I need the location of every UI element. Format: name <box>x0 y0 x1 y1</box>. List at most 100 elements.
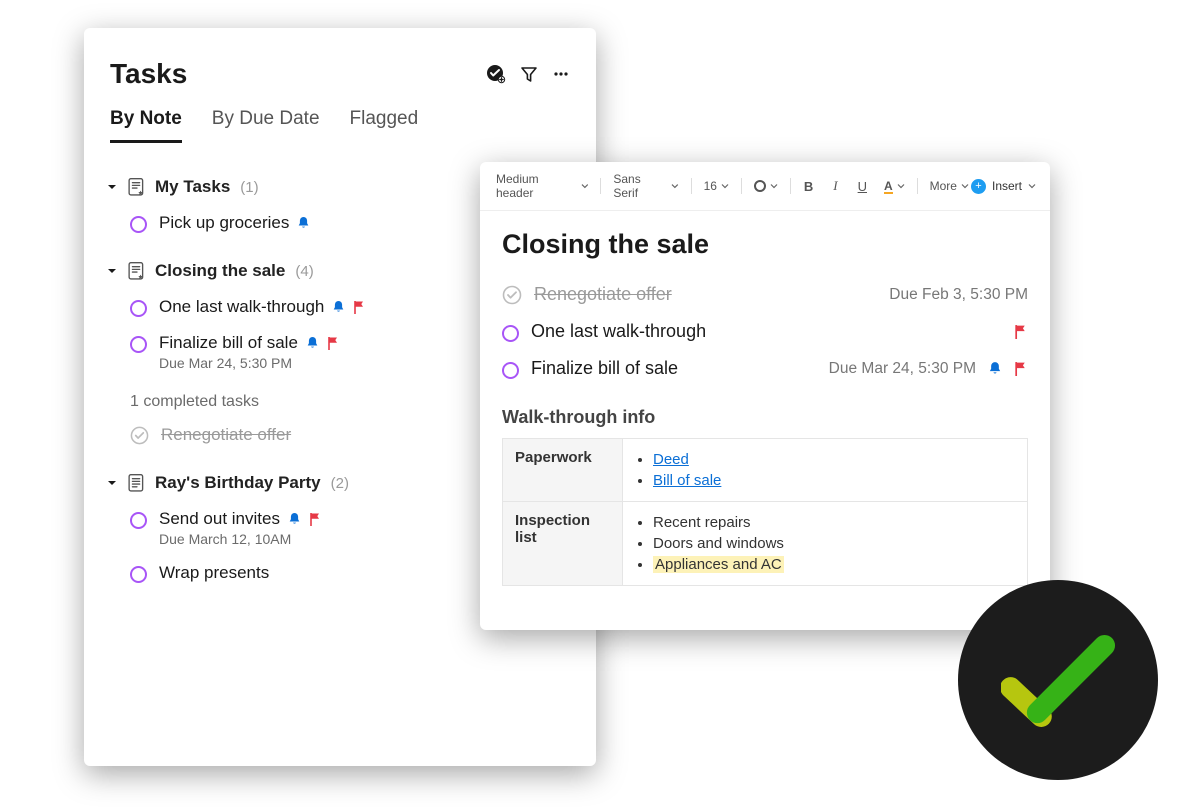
chevron-down-icon <box>106 181 118 193</box>
note-task-title: Renegotiate offer <box>534 284 672 305</box>
flag-icon <box>1014 361 1028 376</box>
bold-button[interactable]: B <box>801 179 816 194</box>
more-label: More <box>930 179 957 193</box>
plus-circle-icon: + <box>971 179 986 194</box>
note-task-row[interactable]: Finalize bill of sale Due Mar 24, 5:30 P… <box>502 350 1028 387</box>
flag-icon <box>309 512 322 526</box>
tasks-title: Tasks <box>110 58 187 90</box>
chevron-down-icon <box>721 182 729 190</box>
note-task-title: One last walk-through <box>531 321 706 342</box>
link-bill-of-sale[interactable]: Bill of sale <box>653 472 721 489</box>
size-selector[interactable]: 16 <box>702 177 731 195</box>
group-count: (1) <box>240 179 258 196</box>
task-title: Finalize bill of sale <box>159 333 298 353</box>
more-button[interactable]: More <box>928 177 971 195</box>
group-name: Ray's Birthday Party <box>155 473 321 493</box>
font-selector[interactable]: Sans Serif <box>611 170 680 202</box>
bell-icon <box>306 336 319 350</box>
filter-icon[interactable] <box>520 65 538 83</box>
task-title: Wrap presents <box>159 563 269 583</box>
note-task-row[interactable]: One last walk-through <box>502 313 1028 350</box>
highlight-a-icon: A <box>884 179 893 193</box>
note-body[interactable]: Closing the sale Renegotiate offer Due F… <box>480 211 1050 604</box>
task-checkbox[interactable] <box>502 362 519 379</box>
add-task-icon[interactable] <box>486 64 506 84</box>
bell-icon <box>297 216 310 230</box>
table-label: Paperwork <box>503 439 623 502</box>
tasks-header: Tasks <box>84 58 596 98</box>
chevron-down-icon <box>106 477 118 489</box>
underline-button[interactable]: U <box>855 179 870 194</box>
separator <box>691 178 692 194</box>
highlight-button[interactable]: A <box>882 177 907 195</box>
task-title: Renegotiate offer <box>161 425 291 445</box>
task-title: One last walk-through <box>159 297 324 317</box>
list-item: Doors and windows <box>653 533 1015 554</box>
task-checkbox[interactable] <box>130 336 147 353</box>
note-task-row[interactable]: Renegotiate offer Due Feb 3, 5:30 PM <box>502 276 1028 313</box>
editor-toolbar: Medium header Sans Serif 16 B I U A More… <box>480 162 1050 211</box>
chevron-down-icon <box>581 182 589 190</box>
list-item: Deed <box>653 449 1015 470</box>
link-deed[interactable]: Deed <box>653 451 689 468</box>
checkmark-circle-icon[interactable] <box>502 285 522 305</box>
task-due: Due Mar 24, 5:30 PM <box>159 355 340 371</box>
task-checkbox[interactable] <box>130 512 147 529</box>
note-panel: Medium header Sans Serif 16 B I U A More… <box>480 162 1050 630</box>
group-count: (2) <box>331 475 349 492</box>
color-swatch-icon <box>754 180 766 192</box>
note-star-icon <box>128 178 145 196</box>
note-title: Closing the sale <box>502 229 1028 260</box>
task-checkbox[interactable] <box>130 300 147 317</box>
note-task-due: Due Feb 3, 5:30 PM <box>889 286 1028 304</box>
font-label: Sans Serif <box>613 172 667 200</box>
note-task-title: Finalize bill of sale <box>531 358 678 379</box>
info-table: Paperwork Deed Bill of sale Inspection l… <box>502 438 1028 586</box>
italic-button[interactable]: I <box>830 178 840 194</box>
group-name: My Tasks <box>155 177 230 197</box>
flag-icon <box>1014 324 1028 339</box>
highlighted-text: Appliances and AC <box>653 556 784 573</box>
more-icon[interactable] <box>552 65 570 83</box>
table-cell: Deed Bill of sale <box>623 439 1028 502</box>
bell-icon <box>332 300 345 314</box>
task-due: Due March 12, 10AM <box>159 531 322 547</box>
checkmark-icon <box>1001 632 1116 728</box>
task-checkbox[interactable] <box>502 325 519 342</box>
tab-by-note[interactable]: By Note <box>110 108 182 143</box>
style-label: Medium header <box>496 172 577 200</box>
check-badge <box>958 580 1158 780</box>
color-selector[interactable] <box>752 178 780 194</box>
chevron-down-icon <box>897 182 905 190</box>
bell-icon <box>988 361 1002 376</box>
chevron-down-icon <box>770 182 778 190</box>
group-name: Closing the sale <box>155 261 285 281</box>
task-checkbox[interactable] <box>130 566 147 583</box>
checkmark-circle-icon <box>130 426 149 445</box>
insert-label: Insert <box>992 179 1022 193</box>
note-task-due: Due Mar 24, 5:30 PM <box>829 360 976 378</box>
note-star-icon <box>128 262 145 280</box>
bell-icon <box>288 512 301 526</box>
list-item: Recent repairs <box>653 512 1015 533</box>
separator <box>917 178 918 194</box>
separator <box>741 178 742 194</box>
header-actions <box>486 64 570 84</box>
task-checkbox[interactable] <box>130 216 147 233</box>
separator <box>790 178 791 194</box>
table-cell: Recent repairs Doors and windows Applian… <box>623 502 1028 586</box>
task-title: Send out invites <box>159 509 280 529</box>
group-count: (4) <box>295 263 313 280</box>
tab-flagged[interactable]: Flagged <box>350 108 419 143</box>
chevron-down-icon <box>106 265 118 277</box>
chevron-down-icon <box>961 182 969 190</box>
note-icon <box>128 474 145 492</box>
style-selector[interactable]: Medium header <box>494 170 590 202</box>
chevron-down-icon <box>671 182 679 190</box>
table-label: Inspection list <box>503 502 623 586</box>
flag-icon <box>327 336 340 350</box>
tab-by-due-date[interactable]: By Due Date <box>212 108 320 143</box>
size-label: 16 <box>704 179 717 193</box>
insert-button[interactable]: + Insert <box>971 179 1036 194</box>
list-item: Bill of sale <box>653 470 1015 491</box>
